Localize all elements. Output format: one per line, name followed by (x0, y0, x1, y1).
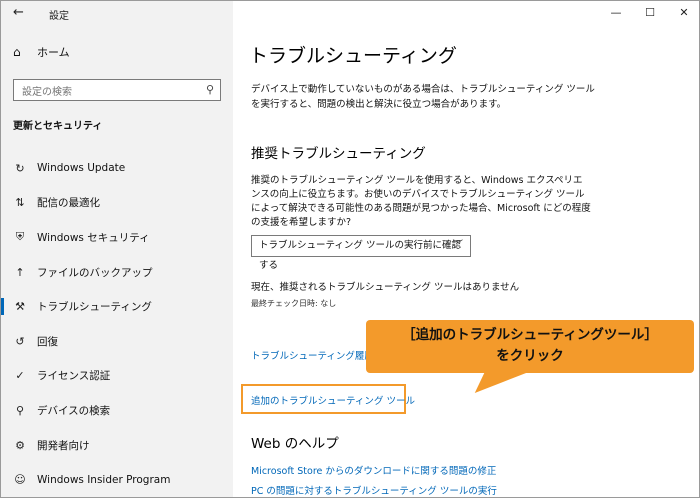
sync-icon: ↻ (15, 161, 25, 175)
section-title: 更新とセキュリティ (13, 121, 103, 132)
sidebar-item-label: 回復 (37, 335, 58, 348)
recommended-heading: 推奨トラブルシューティング (251, 146, 426, 162)
search-icon[interactable]: ⚲ (206, 83, 214, 96)
delivery-optimization-icon: ⇅ (15, 196, 25, 210)
sidebar-item-activation[interactable]: ✓ ライセンス認証 (1, 359, 233, 394)
dropdown-value: トラブルシューティング ツールの実行前に確認する (259, 240, 461, 271)
settings-window: ← 設定 ⌂ ホーム ⚲ 更新とセキュリティ ↻ Windows Update ⇅… (0, 0, 700, 498)
backup-icon: ↑ (15, 265, 25, 279)
additional-troubleshooters-link[interactable]: 追加のトラブルシューティング ツール (251, 393, 415, 407)
check-circle-icon: ✓ (15, 369, 25, 383)
sidebar-item-delivery-optimization[interactable]: ⇅ 配信の最適化 (1, 186, 233, 221)
sidebar-item-windows-security[interactable]: ⛨ Windows セキュリティ (1, 220, 233, 255)
sidebar-item-label: Windows セキュリティ (37, 231, 150, 244)
home-label: ホーム (37, 46, 70, 59)
page-title: トラブルシューティング (249, 45, 457, 67)
sidebar-item-label: ファイルのバックアップ (37, 266, 153, 279)
sidebar-item-label: 開発者向け (37, 439, 90, 452)
page-description: デバイス上で動作していないものがある場合は、トラブルシューティング ツールを実行… (251, 84, 595, 110)
home-icon: ⌂ (13, 45, 21, 59)
shield-icon: ⛨ (15, 230, 25, 244)
sidebar-item-label: ライセンス認証 (37, 370, 111, 383)
main-content: — ☐ ✕ トラブルシューティング デバイス上で動作していないものがある場合は、… (233, 1, 699, 497)
app-title: 設定 (49, 11, 69, 22)
chevron-down-icon: ﹀ (453, 240, 463, 251)
recommended-dropdown[interactable]: トラブルシューティング ツールの実行前に確認する ﹀ (251, 235, 471, 271)
maximize-icon[interactable]: ☐ (633, 1, 667, 27)
recovery-icon: ↺ (15, 334, 25, 348)
help-link-store[interactable]: Microsoft Store からのダウンロードに関する問題の修正 (251, 463, 496, 477)
sidebar-item-label: トラブルシューティング (37, 301, 152, 314)
sidebar-item-insider[interactable]: ☺ Windows Insider Program (1, 462, 233, 497)
help-link-pc[interactable]: PC の問題に対するトラブルシューティング ツールの実行 (251, 483, 497, 497)
sidebar-item-label: Windows Insider Program (37, 473, 171, 486)
web-help-heading: Web のヘルプ (251, 436, 339, 452)
sidebar-item-label: デバイスの検索 (37, 404, 111, 417)
home-link[interactable]: ⌂ ホーム (13, 44, 70, 60)
sidebar-item-developers[interactable]: ⚙ 開発者向け (1, 428, 233, 463)
back-arrow-icon[interactable]: ← (13, 5, 24, 20)
sidebar-item-file-backup[interactable]: ↑ ファイルのバックアップ (1, 255, 233, 290)
titlebar: ← 設定 (1, 1, 233, 27)
sidebar-item-label: Windows Update (37, 162, 126, 175)
search-box[interactable]: ⚲ (13, 79, 221, 103)
callout-line2: をクリック (496, 348, 564, 364)
sidebar-nav: ↻ Windows Update ⇅ 配信の最適化 ⛨ Windows セキュリティ … (1, 151, 233, 497)
recommended-description: 推奨のトラブルシューティング ツールを使用すると、Windows エクスペリエン… (251, 175, 591, 228)
sidebar-item-label: 配信の最適化 (37, 197, 100, 210)
callout-line1: ［追加のトラブルシューティングツール］ (402, 327, 658, 343)
recommended-status: 現在、推奨されるトラブルシューティング ツールはありません (251, 282, 520, 293)
sidebar-item-find-device[interactable]: ⚲ デバイスの検索 (1, 393, 233, 428)
wrench-icon: ⚒ (15, 300, 25, 314)
sidebar: ← 設定 ⌂ ホーム ⚲ 更新とセキュリティ ↻ Windows Update ⇅… (1, 1, 233, 497)
developer-icon: ⚙ (15, 438, 25, 452)
minimize-icon[interactable]: — (599, 1, 633, 27)
close-icon[interactable]: ✕ (667, 1, 699, 27)
insider-icon: ☺ (14, 473, 26, 487)
window-controls: — ☐ ✕ (599, 1, 699, 27)
sidebar-item-troubleshoot[interactable]: ⚒ トラブルシューティング (1, 289, 233, 324)
sidebar-item-recovery[interactable]: ↺ 回復 (1, 324, 233, 359)
callout: ［追加のトラブルシューティングツール］ をクリック (366, 320, 694, 373)
last-check: 最終チェック日時: なし (251, 299, 337, 308)
search-input[interactable] (14, 82, 194, 103)
sidebar-item-windows-update[interactable]: ↻ Windows Update (1, 151, 233, 186)
find-device-icon: ⚲ (15, 403, 25, 417)
